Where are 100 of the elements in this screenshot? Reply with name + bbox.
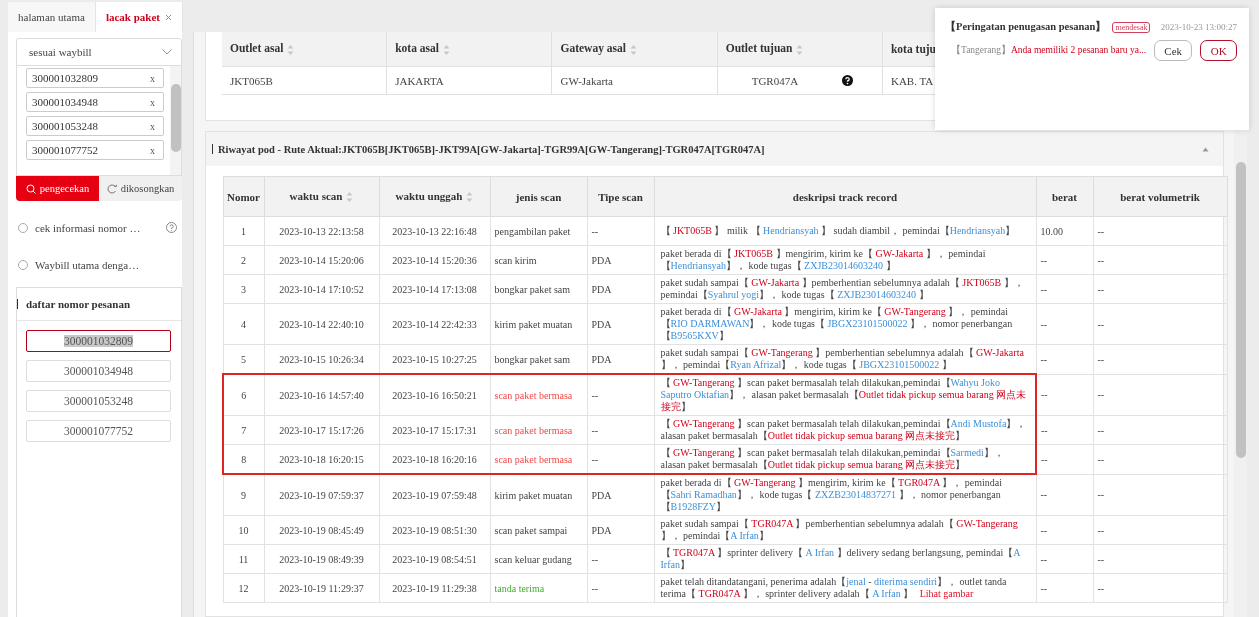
table-cell: 2023-10-17 15:17:26 xyxy=(264,415,379,445)
column-header: deskripsi track record xyxy=(654,176,1036,217)
table-cell: scan keluar gudang xyxy=(490,544,587,574)
sort-icon[interactable] xyxy=(346,191,354,204)
column-header[interactable]: waktu scan xyxy=(264,176,379,217)
sort-icon[interactable] xyxy=(443,43,450,56)
table-cell: -- xyxy=(1093,474,1227,516)
table-cell: -- xyxy=(587,415,654,445)
table-cell: -- xyxy=(587,573,654,603)
order-item[interactable]: 300001077752 xyxy=(26,420,171,442)
refresh-icon xyxy=(106,183,117,194)
table-cell: 2023-10-19 08:51:30 xyxy=(379,515,490,545)
sort-icon[interactable] xyxy=(796,43,804,56)
table-cell: 10.00 xyxy=(1036,216,1093,246)
track-description: paket sudah sampai【 GW-Jakarta 】pemberhentian sebelumnya adalah【 JKT065B 】， pemindai【Syahrul yogi】， kode tugas【 ZXJB23014603240 】 xyxy=(654,274,1036,304)
track-description: paket telah ditandatangani, penerima adalah【jenal - diterima sendiri】， outlet tanda terima【 TGR047A 】， sprinter delivery adalah【 A Irfan 】 Lihat gambar xyxy=(654,573,1036,603)
urgent-badge: mendesak xyxy=(1112,21,1151,33)
notification-message: 【Tangerang】Anda memiliki 2 pesanan baru ya... xyxy=(951,44,1147,57)
table-cell: PDA xyxy=(587,515,654,545)
sort-icon[interactable] xyxy=(629,43,637,56)
table-cell: 6 xyxy=(223,374,264,416)
track-description: 【 JKT065B 】 milik 【 Hendriansyah 】 sudah diambil， pemindai【Hendriansyah】 xyxy=(654,216,1036,246)
close-icon[interactable] xyxy=(165,13,172,21)
order-item[interactable]: 300001034948 xyxy=(26,360,171,382)
table-cell: -- xyxy=(1093,544,1227,574)
column-header: berat volumetrik xyxy=(1093,176,1227,217)
view-image-link[interactable]: Lihat gambar xyxy=(919,588,974,599)
table-cell: 3 xyxy=(223,274,264,304)
table-cell: 2023-10-19 07:59:37 xyxy=(264,474,379,516)
table-cell: 2023-10-16 16:50:21 xyxy=(379,374,490,416)
scrollbar-thumb[interactable] xyxy=(1235,162,1246,458)
table-cell: 12 xyxy=(223,573,264,603)
waybill-tag: 300001053248 x xyxy=(26,116,164,136)
column-header: Tipe scan xyxy=(587,176,654,217)
column-header[interactable]: waktu unggah xyxy=(379,176,490,217)
tab[interactable]: lacak paket xyxy=(95,2,183,32)
table-cell: -- xyxy=(1093,444,1227,474)
table-cell: 5 xyxy=(223,344,264,374)
table-cell: scan paket bermasa xyxy=(490,415,587,445)
remove-button[interactable]: x xyxy=(150,120,155,132)
table-cell: 2023-10-14 22:42:33 xyxy=(379,303,490,345)
table-cell: -- xyxy=(1036,573,1093,603)
search-icon xyxy=(25,183,36,194)
panel-title: daftar nomor pesanan xyxy=(26,298,131,310)
table-cell: -- xyxy=(1036,303,1093,345)
search-button[interactable]: pengecekan xyxy=(16,176,99,201)
column-header[interactable]: Gateway asal xyxy=(551,32,718,67)
table-cell: 2023-10-16 14:57:40 xyxy=(264,374,379,416)
collapse-caret-icon[interactable] xyxy=(1202,146,1209,152)
track-description: paket berada di【 GW-Tangerang 】mengirim, kirim ke【 TGR047A 】， pemindai【Sahri Ramadhan】， kode tugas【 ZXZB23014837271 】， nomor penerbangan【B1928FZY】 xyxy=(654,474,1036,516)
reset-button[interactable]: dikosongkan xyxy=(99,176,182,201)
table-cell: -- xyxy=(1093,274,1227,304)
table-cell: kirim paket muatan xyxy=(490,474,587,516)
scrollbar-thumb[interactable] xyxy=(170,84,181,152)
table-cell: -- xyxy=(1036,544,1093,574)
tab[interactable]: halaman utama xyxy=(8,2,96,32)
table-cell: PDA xyxy=(587,474,654,516)
table-cell: 2023-10-19 08:54:51 xyxy=(379,544,490,574)
track-description: paket sudah sampai【 TGR047A 】pemberhentian sebelumnya adalah【 GW-Tangerang 】， pemindai【A Irfan】 xyxy=(654,515,1036,545)
table-cell: -- xyxy=(1093,245,1227,275)
sort-icon[interactable] xyxy=(287,43,295,56)
notification-title: 【Peringatan penugasan pesanan】 xyxy=(945,20,1107,34)
column-header: Nomor xyxy=(223,176,264,217)
table-cell: scan paket sampai xyxy=(490,515,587,545)
column-header[interactable]: Outlet asal xyxy=(222,32,387,67)
table-cell: -- xyxy=(1036,415,1093,445)
order-item[interactable]: 300001053248 xyxy=(26,390,171,412)
sort-icon[interactable] xyxy=(466,191,474,204)
table-cell: JAKARTA xyxy=(386,66,552,95)
track-description: paket berada di【 JKT065B 】mengirim, kirim ke【 GW-Jakarta 】， pemindai【Hendriansyah】， kode tugas【 ZXJB23014603240 】 xyxy=(654,245,1036,275)
track-description: 【 GW-Tangerang 】scan paket bermasalah telah dilakukan,pemindai【Wahyu Joko Saputro Oktafian】， alasan paket bermasalah【Outlet tidak pickup semua barang 网点未接完】 xyxy=(654,374,1036,416)
table-cell: 7 xyxy=(223,415,264,445)
order-item[interactable]: 300001032809 xyxy=(26,330,171,352)
table-cell: 2023-10-19 11:29:38 xyxy=(379,573,490,603)
table-cell: 2023-10-19 08:45:49 xyxy=(264,515,379,545)
help-icon[interactable] xyxy=(842,75,854,86)
table-cell: 2023-10-18 16:20:16 xyxy=(379,444,490,474)
check-button[interactable]: Cek xyxy=(1154,40,1193,61)
chevron-down-icon xyxy=(162,49,172,55)
table-cell: PDA xyxy=(587,245,654,275)
column-header[interactable]: Outlet tujuan xyxy=(717,32,883,67)
option-label: Waybill utama denga… xyxy=(35,258,141,271)
mode-select[interactable]: sesuai waybill xyxy=(16,38,182,66)
remove-button[interactable]: x xyxy=(150,144,155,156)
timestamp: 2023-10-23 13:00:27 xyxy=(1160,22,1237,32)
table-cell: -- xyxy=(1036,474,1093,516)
table-cell: 2 xyxy=(223,245,264,275)
column-header[interactable]: kota asal xyxy=(386,32,552,67)
table-cell: -- xyxy=(1036,344,1093,374)
table-cell: -- xyxy=(1036,515,1093,545)
table-cell: 2023-10-19 11:29:37 xyxy=(264,573,379,603)
table-cell: scan paket bermasa xyxy=(490,374,587,416)
table-cell: 2023-10-14 17:10:52 xyxy=(264,274,379,304)
ok-button[interactable]: OK xyxy=(1200,40,1237,61)
section-title: Riwayat pod - Rute Aktual:JKT065B[JKT065B]-JKT99A[GW-Jakarta]-TGR99A[GW-Tangerang]-TGR047A[TGR047A] xyxy=(218,143,766,155)
table-cell: 2023-10-13 22:13:58 xyxy=(264,216,379,246)
table-cell: bongkar paket sam xyxy=(490,274,587,304)
remove-button[interactable]: x xyxy=(150,96,155,108)
remove-button[interactable]: x xyxy=(150,72,155,84)
table-cell: 2023-10-14 15:20:06 xyxy=(264,245,379,275)
